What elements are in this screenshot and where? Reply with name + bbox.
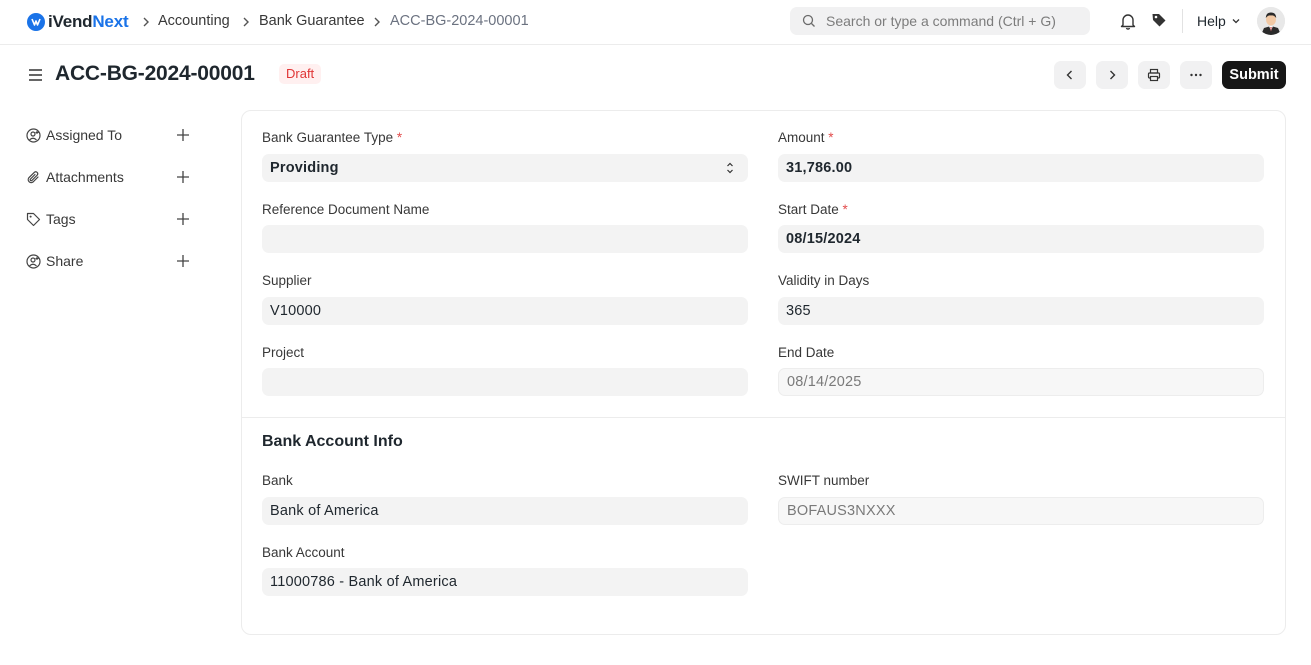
share-user-icon [26,253,42,269]
reference-document-name-label: Reference Document Name [262,202,430,217]
help-dropdown[interactable]: Help [1197,13,1241,29]
project-label: Project [262,345,305,360]
amount-field[interactable]: 31,786.00 [778,154,1264,182]
sidebar-item-label: Assigned To [46,127,123,143]
chevron-right-icon [1110,70,1116,80]
section-divider [242,417,1285,418]
logo-icon [27,13,45,31]
page-title: ACC-BG-2024-00001 [55,62,255,85]
bell-icon[interactable] [1120,12,1136,30]
plus-icon[interactable] [176,170,190,184]
chevron-down-icon [1232,19,1240,24]
chevron-left-icon [1066,70,1072,80]
sidebar-item-share[interactable]: Share [26,251,191,271]
bank-guarantee-type-select[interactable]: Providing [262,154,748,182]
bank-guarantee-type-value: Providing [270,160,339,176]
divider [1182,9,1183,33]
sidebar-item-label: Tags [46,211,76,227]
project-field[interactable] [262,368,748,396]
plus-icon[interactable] [176,254,190,268]
menu-toggle-icon[interactable] [28,67,43,83]
chevron-right-icon [374,17,380,27]
sidebar-item-assigned-to[interactable]: Assigned To [26,125,191,145]
print-button[interactable] [1138,61,1170,89]
breadcrumb-accounting[interactable]: Accounting [158,13,230,29]
more-actions-button[interactable] [1180,61,1212,89]
paperclip-icon [26,169,42,185]
bank-field[interactable]: Bank of America [262,497,748,525]
start-date-label: Start Date * [778,202,848,217]
help-label: Help [1197,13,1226,29]
search-input[interactable] [826,7,1081,35]
validity-in-days-field[interactable]: 365 [778,297,1264,325]
bank-label: Bank [262,473,293,488]
sidebar-item-attachments[interactable]: Attachments [26,167,191,187]
end-date-field: 08/14/2025 [778,368,1264,396]
section-title-bank-account-info: Bank Account Info [262,433,403,450]
swift-number-label: SWIFT number [778,473,870,488]
bank-account-label: Bank Account [262,545,345,560]
breadcrumb-current[interactable]: ACC-BG-2024-00001 [390,13,529,29]
status-badge: Draft [279,64,322,84]
ellipsis-icon [1190,73,1202,77]
bank-guarantee-type-label: Bank Guarantee Type * [262,130,403,145]
reference-document-name-field[interactable] [262,225,748,253]
search-icon [802,14,815,27]
assign-user-icon [26,127,42,143]
validity-in-days-label: Validity in Days [778,273,870,288]
supplier-field[interactable]: V10000 [262,297,748,325]
navbar: iVendNext Accounting Bank Guarantee ACC-… [0,0,1311,45]
plus-icon[interactable] [176,212,190,226]
breadcrumb-bank-guarantee[interactable]: Bank Guarantee [259,13,365,29]
previous-doc-button[interactable] [1054,61,1086,89]
tag-icon [26,211,42,227]
tag-icon[interactable] [1151,12,1167,28]
form-card: Bank Guarantee Type * Providing Amount *… [241,110,1286,635]
swift-number-field: BOFAUS3NXXX [778,497,1264,525]
user-avatar[interactable] [1257,7,1285,35]
next-doc-button[interactable] [1096,61,1128,89]
app-logo[interactable]: iVendNext [27,11,129,33]
brand-name: iVendNext [48,12,129,31]
select-arrows-icon [727,162,733,174]
printer-icon [1147,68,1161,82]
sidebar-item-tags[interactable]: Tags [26,209,191,229]
sidebar-item-label: Share [46,253,84,269]
sidebar-item-label: Attachments [46,169,124,185]
chevron-right-icon [143,17,149,27]
end-date-label: End Date [778,345,835,360]
start-date-field[interactable]: 08/15/2024 [778,225,1264,253]
supplier-label: Supplier [262,273,312,288]
bank-account-field[interactable]: 11000786 - Bank of America [262,568,748,596]
chevron-right-icon [243,17,249,27]
search-bar[interactable] [790,7,1090,35]
plus-icon[interactable] [176,128,190,142]
submit-button[interactable]: Submit [1222,61,1286,89]
amount-label: Amount * [778,130,834,145]
